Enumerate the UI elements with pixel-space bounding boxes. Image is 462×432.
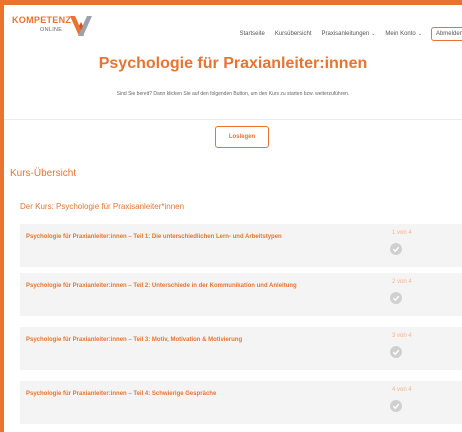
page-title: Psychologie für Praxianleiter:innen bbox=[98, 55, 368, 72]
lesson-title[interactable]: Psychologie für Praxianleiter:innen – Te… bbox=[26, 283, 297, 289]
site-logo[interactable]: KOMPETENZ ONLINE bbox=[12, 15, 92, 41]
x-logo-icon bbox=[70, 16, 92, 36]
chevron-down-icon: ⌄ bbox=[371, 31, 376, 37]
logo-subtext: ONLINE bbox=[40, 27, 63, 33]
nav-startseite[interactable]: Startseite bbox=[239, 31, 264, 37]
nav-kursuebersicht[interactable]: Kursübersicht bbox=[275, 31, 312, 37]
course-title: Der Kurs: Psychologie für Praxisanleiter… bbox=[20, 202, 185, 211]
course-hero: Psychologie für Praxianleiter:innen Sind… bbox=[4, 47, 462, 120]
lesson-item-2[interactable]: Psychologie für Praxianleiter:innen – Te… bbox=[20, 273, 462, 316]
check-circle-icon bbox=[390, 400, 402, 412]
course-overview-heading: Kurs-Übersicht bbox=[10, 168, 77, 179]
site-header: KOMPETENZ ONLINE Startseite Kursübersich… bbox=[4, 5, 462, 48]
start-course-button[interactable]: Loslegen bbox=[215, 126, 269, 148]
lesson-item-4[interactable]: Psychologie für Praxianleiter:innen – Te… bbox=[20, 381, 462, 424]
lesson-title[interactable]: Psychologie für Praxianleiter:innen – Te… bbox=[26, 234, 282, 240]
main-nav: Startseite Kursübersicht Praxisanleitung… bbox=[229, 27, 462, 41]
lesson-item-1[interactable]: Psychologie für Praxianleiter:innen – Te… bbox=[20, 224, 462, 267]
lesson-progress-count: 4 von 4 bbox=[392, 387, 412, 393]
lesson-progress-count: 1 von 4 bbox=[392, 230, 412, 236]
lesson-progress-count: 3 von 4 bbox=[392, 333, 412, 339]
lesson-title[interactable]: Psychologie für Praxianleiter:innen – Te… bbox=[26, 391, 216, 397]
logo-text: KOMPETENZ bbox=[12, 15, 72, 25]
check-circle-icon bbox=[390, 346, 402, 358]
lesson-title[interactable]: Psychologie für Praxianleiter:innen – Te… bbox=[26, 337, 242, 343]
chevron-down-icon: ⌄ bbox=[417, 31, 422, 37]
nav-mein-konto[interactable]: Mein Konto ⌄ bbox=[385, 31, 422, 37]
lesson-progress-count: 2 von 4 bbox=[392, 279, 412, 285]
nav-praxisanleitungen[interactable]: Praxisanleitungen ⌄ bbox=[322, 31, 376, 37]
lesson-item-3[interactable]: Psychologie für Praxianleiter:innen – Te… bbox=[20, 327, 462, 370]
logout-button[interactable]: Abmelden bbox=[430, 27, 462, 41]
check-circle-icon bbox=[390, 292, 402, 304]
check-circle-icon bbox=[390, 243, 402, 255]
hero-description: Sind Sie bereit? Dann klicken Sie auf de… bbox=[116, 91, 350, 97]
